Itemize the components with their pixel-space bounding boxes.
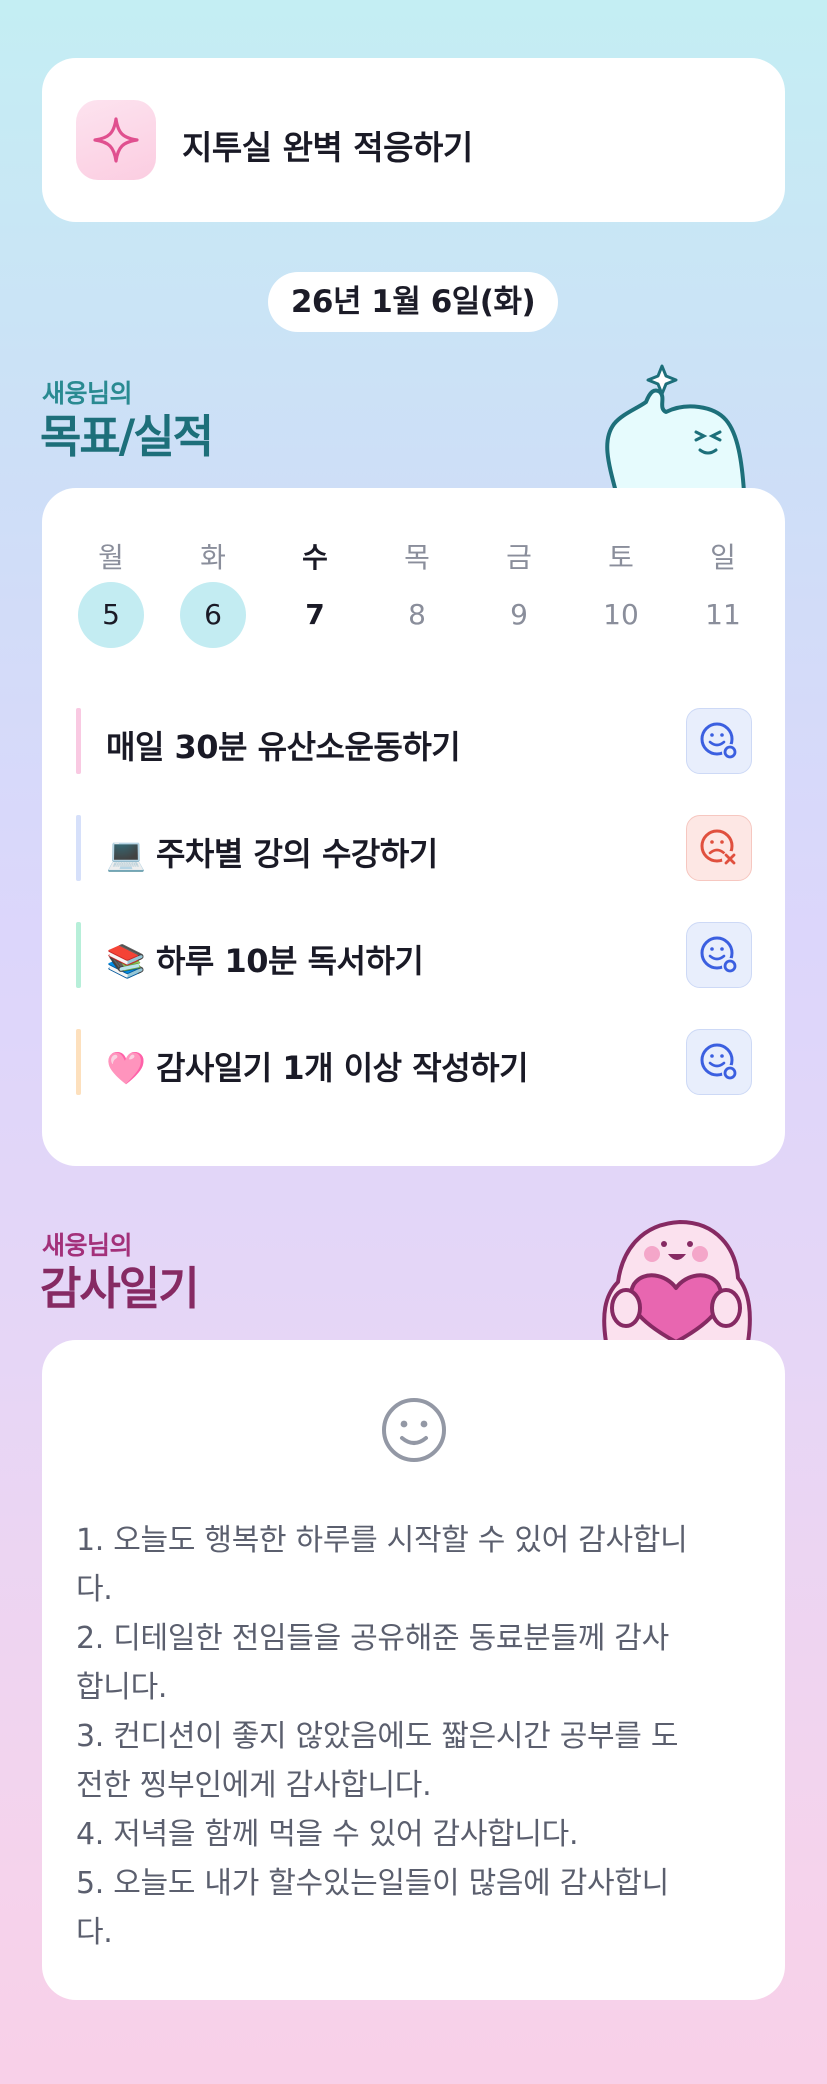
diary-line: 5. 오늘도 내가 할수있는일들이 많음에 감사합니 (76, 1866, 669, 1901)
diary-line: 4. 저녁을 함께 먹을 수 있어 감사합니다. (76, 1817, 579, 1852)
smile-check-icon (700, 1043, 738, 1081)
week-strip: 월 5 화 6 수 7 목 8 금 9 토 10 일 11 (42, 536, 785, 666)
goal-color-bar (76, 1029, 81, 1095)
day-number: 8 (408, 598, 426, 631)
day-name: 목 (404, 541, 430, 574)
goal-label: 🩷 감사일기 1개 이상 작성하기 (106, 1049, 529, 1087)
goal-color-bar (76, 922, 81, 988)
mascot-heart-illustration (596, 1212, 756, 1346)
goal-label: 매일 30분 유산소운동하기 (106, 728, 461, 766)
goal-label: 📚 하루 10분 독서하기 (106, 942, 424, 980)
diary-text: 1. 오늘도 행복한 하루를 시작할 수 있어 감사합니 다. 2. 디테일한 … (76, 1516, 766, 1957)
goal-color-bar (76, 708, 81, 774)
mascot-cheer-illustration (596, 362, 756, 496)
day-name: 토 (608, 541, 634, 574)
goal-header-card[interactable]: 지투실 완벽 적응하기 (42, 58, 785, 222)
goals-card: 월 5 화 6 수 7 목 8 금 9 토 10 일 11 매일 30분 유산소… (42, 488, 785, 1166)
day-number: 5 (78, 582, 144, 648)
goal-color-bar (76, 815, 81, 881)
day-number: 11 (705, 598, 741, 631)
day-name: 월 (98, 541, 124, 574)
goal-success-button[interactable] (686, 922, 752, 988)
sad-x-icon (700, 829, 738, 867)
smile-check-icon (700, 936, 738, 974)
diary-line: 다. (76, 1572, 113, 1607)
day-number: 10 (603, 598, 639, 631)
goal-label: 💻 주차별 강의 수강하기 (106, 835, 438, 873)
day-name: 수 (302, 541, 328, 574)
day-name: 금 (506, 541, 532, 574)
goal-title: 지투실 완벽 적응하기 (182, 128, 473, 167)
smile-check-icon (700, 722, 738, 760)
gratitude-diary-card[interactable]: 1. 오늘도 행복한 하루를 시작할 수 있어 감사합니 다. 2. 디테일한 … (42, 1340, 785, 2000)
day-number: 6 (180, 582, 246, 648)
diary-line: 전한 찡부인에게 감사합니다. (76, 1768, 432, 1803)
day-number: 7 (305, 598, 325, 631)
day-name: 일 (710, 541, 736, 574)
diary-line: 다. (76, 1915, 113, 1950)
goal-row[interactable]: 🩷 감사일기 1개 이상 작성하기 (76, 1029, 752, 1095)
diary-line: 합니다. (76, 1670, 168, 1705)
day-number: 9 (510, 598, 528, 631)
goal-success-button[interactable] (686, 708, 752, 774)
sparkle-icon (76, 100, 156, 180)
goal-row[interactable]: 매일 30분 유산소운동하기 (76, 708, 752, 774)
diary-line: 1. 오늘도 행복한 하루를 시작할 수 있어 감사합니 (76, 1523, 688, 1558)
date-selector[interactable]: 26년 1월 6일(화) (268, 272, 558, 332)
goal-success-button[interactable] (686, 1029, 752, 1095)
diary-line: 3. 컨디션이 좋지 않았음에도 짧은시간 공부를 도 (76, 1719, 679, 1754)
diary-line: 2. 디테일한 전임들을 공유해준 동료분들께 감사 (76, 1621, 669, 1656)
smile-face-icon (380, 1396, 448, 1468)
goal-row[interactable]: 💻 주차별 강의 수강하기 (76, 815, 752, 881)
diary-section-title: 감사일기 (40, 1262, 200, 1315)
goal-fail-button[interactable] (686, 815, 752, 881)
goal-row[interactable]: 📚 하루 10분 독서하기 (76, 922, 752, 988)
day-name: 화 (200, 541, 226, 574)
goals-section-title: 목표/실적 (40, 410, 214, 463)
